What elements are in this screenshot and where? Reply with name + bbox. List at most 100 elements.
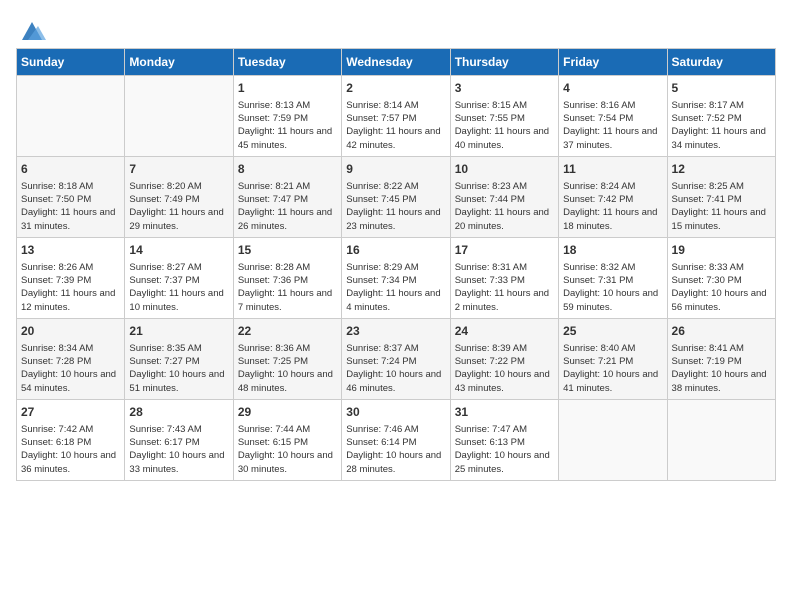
day-info: Sunrise: 8:28 AM Sunset: 7:36 PM Dayligh… (238, 261, 337, 314)
day-number: 20 (21, 323, 120, 340)
day-number: 28 (129, 404, 228, 421)
day-number: 10 (455, 161, 554, 178)
calendar-cell: 19 Sunrise: 8:33 AM Sunset: 7:30 PM Dayli… (667, 237, 775, 318)
calendar-cell (125, 76, 233, 157)
day-info: Sunrise: 8:34 AM Sunset: 7:28 PM Dayligh… (21, 342, 120, 395)
day-info: Sunrise: 8:32 AM Sunset: 7:31 PM Dayligh… (563, 261, 662, 314)
calendar-cell: 2 Sunrise: 8:14 AM Sunset: 7:57 PM Daylig… (342, 76, 450, 157)
day-info: Sunrise: 8:27 AM Sunset: 7:37 PM Dayligh… (129, 261, 228, 314)
calendar-week-row: 27Sunrise: 7:42 AM Sunset: 6:18 PM Dayli… (17, 399, 776, 480)
calendar-table: SundayMondayTuesdayWednesdayThursdayFrid… (16, 48, 776, 481)
calendar-cell: 27Sunrise: 7:42 AM Sunset: 6:18 PM Dayli… (17, 399, 125, 480)
day-number: 17 (455, 242, 554, 259)
day-number: 1 (238, 80, 337, 97)
calendar-cell: 13Sunrise: 8:26 AM Sunset: 7:39 PM Dayli… (17, 237, 125, 318)
day-info: Sunrise: 8:13 AM Sunset: 7:59 PM Dayligh… (238, 99, 337, 152)
calendar-cell: 11 Sunrise: 8:24 AM Sunset: 7:42 PM Dayli… (559, 156, 667, 237)
calendar-cell: 5 Sunrise: 8:17 AM Sunset: 7:52 PM Daylig… (667, 76, 775, 157)
day-of-week-header: Friday (559, 49, 667, 76)
calendar-header-row: SundayMondayTuesdayWednesdayThursdayFrid… (17, 49, 776, 76)
calendar-cell (17, 76, 125, 157)
day-number: 31 (455, 404, 554, 421)
calendar-cell: 18Sunrise: 8:32 AM Sunset: 7:31 PM Dayli… (559, 237, 667, 318)
calendar-cell: 12Sunrise: 8:25 AM Sunset: 7:41 PM Dayli… (667, 156, 775, 237)
calendar-cell: 30 Sunrise: 7:46 AM Sunset: 6:14 PM Dayli… (342, 399, 450, 480)
calendar-week-row: 20 Sunrise: 8:34 AM Sunset: 7:28 PM Dayli… (17, 318, 776, 399)
day-number: 25 (563, 323, 662, 340)
day-info: Sunrise: 8:33 AM Sunset: 7:30 PM Dayligh… (672, 261, 771, 314)
calendar-cell: 6Sunrise: 8:18 AM Sunset: 7:50 PM Daylig… (17, 156, 125, 237)
day-info: Sunrise: 8:15 AM Sunset: 7:55 PM Dayligh… (455, 99, 554, 152)
calendar-cell: 31 Sunrise: 7:47 AM Sunset: 6:13 PM Dayli… (450, 399, 558, 480)
day-of-week-header: Sunday (17, 49, 125, 76)
day-number: 7 (129, 161, 228, 178)
calendar-cell: 4 Sunrise: 8:16 AM Sunset: 7:54 PM Daylig… (559, 76, 667, 157)
day-number: 5 (672, 80, 771, 97)
day-of-week-header: Thursday (450, 49, 558, 76)
day-number: 14 (129, 242, 228, 259)
day-number: 15 (238, 242, 337, 259)
calendar-cell: 20 Sunrise: 8:34 AM Sunset: 7:28 PM Dayli… (17, 318, 125, 399)
day-info: Sunrise: 8:41 AM Sunset: 7:19 PM Dayligh… (672, 342, 771, 395)
day-number: 9 (346, 161, 445, 178)
day-info: Sunrise: 8:31 AM Sunset: 7:33 PM Dayligh… (455, 261, 554, 314)
calendar-cell: 10 Sunrise: 8:23 AM Sunset: 7:44 PM Dayli… (450, 156, 558, 237)
day-info: Sunrise: 8:17 AM Sunset: 7:52 PM Dayligh… (672, 99, 771, 152)
calendar-cell: 17 Sunrise: 8:31 AM Sunset: 7:33 PM Dayli… (450, 237, 558, 318)
day-number: 19 (672, 242, 771, 259)
logo (16, 16, 46, 38)
logo-icon (18, 16, 46, 44)
day-info: Sunrise: 8:39 AM Sunset: 7:22 PM Dayligh… (455, 342, 554, 395)
day-number: 23 (346, 323, 445, 340)
day-number: 22 (238, 323, 337, 340)
day-info: Sunrise: 7:44 AM Sunset: 6:15 PM Dayligh… (238, 423, 337, 476)
day-of-week-header: Tuesday (233, 49, 341, 76)
day-number: 29 (238, 404, 337, 421)
calendar-cell: 25 Sunrise: 8:40 AM Sunset: 7:21 PM Dayli… (559, 318, 667, 399)
day-number: 30 (346, 404, 445, 421)
calendar-cell: 16 Sunrise: 8:29 AM Sunset: 7:34 PM Dayli… (342, 237, 450, 318)
calendar-week-row: 6Sunrise: 8:18 AM Sunset: 7:50 PM Daylig… (17, 156, 776, 237)
calendar-week-row: 1 Sunrise: 8:13 AM Sunset: 7:59 PM Daylig… (17, 76, 776, 157)
day-info: Sunrise: 8:16 AM Sunset: 7:54 PM Dayligh… (563, 99, 662, 152)
day-number: 4 (563, 80, 662, 97)
calendar-cell: 26 Sunrise: 8:41 AM Sunset: 7:19 PM Dayli… (667, 318, 775, 399)
day-number: 8 (238, 161, 337, 178)
day-number: 26 (672, 323, 771, 340)
day-info: Sunrise: 7:43 AM Sunset: 6:17 PM Dayligh… (129, 423, 228, 476)
calendar-cell: 15 Sunrise: 8:28 AM Sunset: 7:36 PM Dayli… (233, 237, 341, 318)
page-header (16, 16, 776, 38)
day-number: 24 (455, 323, 554, 340)
day-info: Sunrise: 8:40 AM Sunset: 7:21 PM Dayligh… (563, 342, 662, 395)
day-info: Sunrise: 8:29 AM Sunset: 7:34 PM Dayligh… (346, 261, 445, 314)
day-info: Sunrise: 7:42 AM Sunset: 6:18 PM Dayligh… (21, 423, 120, 476)
day-info: Sunrise: 8:37 AM Sunset: 7:24 PM Dayligh… (346, 342, 445, 395)
day-number: 21 (129, 323, 228, 340)
day-info: Sunrise: 8:36 AM Sunset: 7:25 PM Dayligh… (238, 342, 337, 395)
calendar-cell: 8 Sunrise: 8:21 AM Sunset: 7:47 PM Daylig… (233, 156, 341, 237)
calendar-cell: 21Sunrise: 8:35 AM Sunset: 7:27 PM Dayli… (125, 318, 233, 399)
day-info: Sunrise: 8:18 AM Sunset: 7:50 PM Dayligh… (21, 180, 120, 233)
day-info: Sunrise: 8:25 AM Sunset: 7:41 PM Dayligh… (672, 180, 771, 233)
day-number: 11 (563, 161, 662, 178)
day-number: 3 (455, 80, 554, 97)
calendar-cell (667, 399, 775, 480)
day-info: Sunrise: 8:22 AM Sunset: 7:45 PM Dayligh… (346, 180, 445, 233)
day-info: Sunrise: 7:46 AM Sunset: 6:14 PM Dayligh… (346, 423, 445, 476)
calendar-cell: 1 Sunrise: 8:13 AM Sunset: 7:59 PM Daylig… (233, 76, 341, 157)
calendar-cell: 14 Sunrise: 8:27 AM Sunset: 7:37 PM Dayli… (125, 237, 233, 318)
calendar-cell: 9 Sunrise: 8:22 AM Sunset: 7:45 PM Daylig… (342, 156, 450, 237)
day-number: 2 (346, 80, 445, 97)
day-of-week-header: Saturday (667, 49, 775, 76)
calendar-week-row: 13Sunrise: 8:26 AM Sunset: 7:39 PM Dayli… (17, 237, 776, 318)
day-info: Sunrise: 8:24 AM Sunset: 7:42 PM Dayligh… (563, 180, 662, 233)
calendar-cell (559, 399, 667, 480)
calendar-cell: 24 Sunrise: 8:39 AM Sunset: 7:22 PM Dayli… (450, 318, 558, 399)
day-number: 16 (346, 242, 445, 259)
day-info: Sunrise: 8:23 AM Sunset: 7:44 PM Dayligh… (455, 180, 554, 233)
day-info: Sunrise: 7:47 AM Sunset: 6:13 PM Dayligh… (455, 423, 554, 476)
calendar-cell: 22 Sunrise: 8:36 AM Sunset: 7:25 PM Dayli… (233, 318, 341, 399)
day-info: Sunrise: 8:14 AM Sunset: 7:57 PM Dayligh… (346, 99, 445, 152)
day-info: Sunrise: 8:21 AM Sunset: 7:47 PM Dayligh… (238, 180, 337, 233)
day-number: 13 (21, 242, 120, 259)
